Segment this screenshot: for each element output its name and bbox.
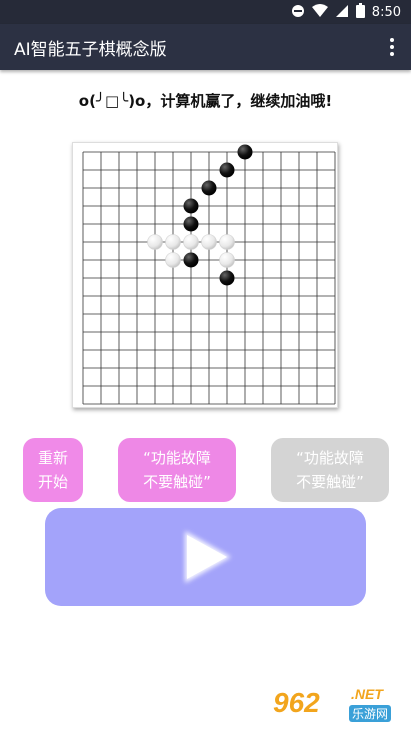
- white-stone: [183, 234, 199, 250]
- board-grid[interactable]: [73, 143, 339, 409]
- battery-icon: [355, 3, 365, 22]
- feature-button-1[interactable]: “功能故障 不要触碰”: [118, 438, 236, 502]
- black-stone: [183, 252, 199, 268]
- gomoku-board[interactable]: [72, 142, 338, 408]
- feature1-label-line1: “功能故障: [143, 449, 211, 467]
- status-bar: 8:50: [0, 0, 411, 24]
- feature-button-2[interactable]: “功能故障 不要触碰”: [271, 438, 389, 502]
- play-button[interactable]: [45, 508, 366, 606]
- do-not-disturb-icon: [291, 4, 305, 22]
- overflow-menu-icon[interactable]: [383, 33, 401, 61]
- white-stone: [165, 234, 181, 250]
- play-icon: [185, 531, 231, 583]
- watermark-domain: .NET: [351, 686, 383, 702]
- restart-button[interactable]: 重新 开始: [23, 438, 83, 502]
- white-stone: [165, 252, 181, 268]
- watermark-badge: 962: [273, 687, 320, 718]
- status-time: 8:50: [371, 5, 401, 20]
- black-stone: [183, 198, 199, 214]
- white-stone: [219, 234, 235, 250]
- white-stone: [219, 252, 235, 268]
- black-stone: [201, 180, 217, 196]
- black-stone: [219, 162, 235, 178]
- black-stone: [237, 144, 253, 160]
- white-stone: [147, 234, 163, 250]
- black-stone: [219, 270, 235, 286]
- wifi-icon: [311, 3, 328, 22]
- restart-label-line1: 重新: [37, 449, 68, 467]
- app-title: AI智能五子棋概念版: [14, 40, 167, 60]
- watermark: 962 .NET 乐游网: [273, 683, 407, 728]
- white-stone: [201, 234, 217, 250]
- black-stone: [183, 216, 199, 232]
- app-bar: AI智能五子棋概念版: [0, 24, 411, 70]
- game-result-message: o(╯□╰)o，计算机赢了，继续加油哦!: [78, 92, 333, 110]
- feature2-label-line2: 不要触碰”: [296, 473, 364, 491]
- watermark-subtitle: 乐游网: [349, 705, 392, 722]
- feature1-label-line2: 不要触碰”: [143, 473, 211, 491]
- restart-label-line2: 开始: [37, 473, 68, 491]
- feature2-label-line1: “功能故障: [296, 449, 364, 467]
- signal-icon: [335, 4, 349, 22]
